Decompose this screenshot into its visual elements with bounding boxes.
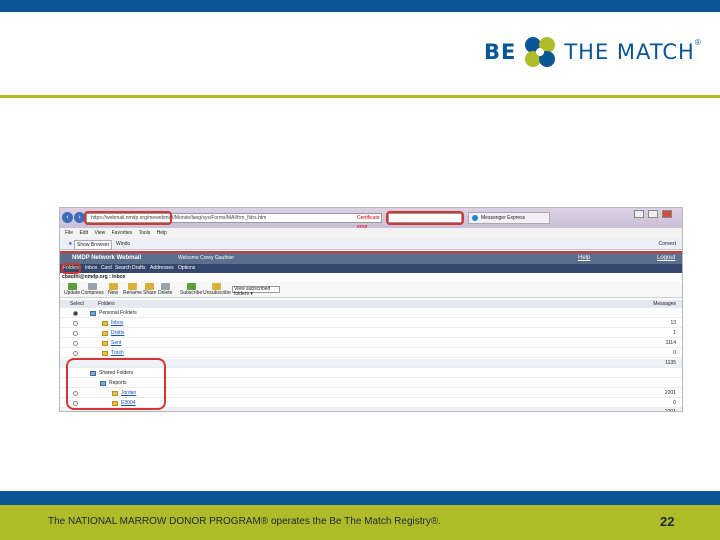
rename-button[interactable]: Rename [123, 283, 142, 296]
update-icon [67, 283, 77, 290]
minimize-window-icon[interactable] [634, 210, 644, 218]
logout-link[interactable]: Logout [657, 255, 675, 261]
message-count: 1 [673, 330, 676, 336]
folder-name[interactable]: Drafts [111, 330, 124, 337]
folder-name[interactable]: Sent [111, 340, 121, 347]
footer-registry-text: The NATIONAL MARROW DONOR PROGRAM® opera… [48, 516, 441, 527]
folders-tab-highlight-annotation [61, 263, 81, 274]
unsubscribe-icon [212, 283, 222, 290]
rename-icon [127, 283, 137, 290]
folder-icon [102, 351, 108, 356]
folder-radio[interactable] [73, 311, 78, 316]
webmail-header: NMDP Network Webmail Welcome Corey Gauth… [60, 253, 682, 264]
webmail-tabs: Folders Inbox Card Search Drafts Address… [60, 264, 682, 273]
folder-radio[interactable] [73, 331, 78, 336]
message-count: 13 [670, 320, 676, 326]
compress-button[interactable]: Compress [81, 283, 104, 296]
favorites-show-browser[interactable]: Show Browser [74, 240, 113, 250]
new-folder-button[interactable]: New [108, 283, 118, 296]
share-icon [145, 283, 155, 290]
subscribe-button[interactable]: Subscribe [180, 283, 202, 296]
col-messages: Messages [653, 301, 676, 307]
table-row[interactable]: Sent 1114 [60, 339, 682, 348]
folder-name: Personal Folders [99, 310, 137, 316]
message-total: 2201 [664, 409, 676, 412]
subscribe-icon [186, 283, 196, 290]
compress-icon [87, 283, 97, 290]
be-the-match-logo: BE THE MATCH ® [484, 34, 701, 70]
menu-tools[interactable]: Tools [139, 228, 151, 238]
browser-tab-label: Messenger Express [481, 215, 526, 221]
maximize-window-icon[interactable] [648, 210, 658, 218]
search-highlight-annotation [386, 211, 464, 225]
tab-options[interactable]: Options [178, 265, 195, 272]
folder-icon [102, 331, 108, 336]
footer-navy-bar [0, 491, 720, 505]
menu-favorites[interactable]: Favorites [112, 228, 133, 238]
table-row[interactable]: Trash 0 [60, 349, 682, 358]
favorites-convert[interactable]: Convert [658, 240, 676, 248]
menu-file[interactable]: File [65, 228, 73, 238]
webmail-toolbar: Update Compress New Rename Share Delete … [60, 282, 682, 298]
browser-tab[interactable]: Messenger Express [468, 212, 550, 224]
unsubscribe-button[interactable]: Unsubscribe [203, 283, 231, 296]
webmail-screenshot: ‹ › https://webmail.nmdp.org/mewebmail/M… [59, 207, 683, 412]
update-button[interactable]: Update [64, 283, 80, 296]
folder-icon [102, 321, 108, 326]
folder-name[interactable]: Trash [111, 350, 124, 357]
delete-button[interactable]: Delete [158, 283, 172, 296]
logo-the-match-text: THE MATCH [564, 40, 695, 64]
folder-icon [102, 341, 108, 346]
top-banner-bar [0, 0, 720, 12]
view-folders-select[interactable]: View subscribed folders ▾ [232, 286, 280, 297]
logo-be-text: BE [484, 40, 517, 64]
col-folders: Folders [98, 301, 115, 307]
webmail-title: NMDP Network Webmail [72, 255, 142, 261]
col-select: Select [70, 301, 84, 307]
message-count: 0 [673, 350, 676, 356]
message-count: 1114 [665, 340, 676, 346]
new-folder-icon [108, 283, 118, 290]
message-count: 0 [673, 400, 676, 406]
share-button[interactable]: Share [143, 283, 156, 296]
breadcrumb: cbauthi@nmdp.org : Inbox [62, 274, 126, 280]
table-row[interactable]: Personal Folders [60, 309, 682, 318]
tab-inbox[interactable]: Inbox [85, 265, 97, 272]
favorites-window-item[interactable]: Windo [114, 240, 132, 248]
folder-table-header: Select Folders Messages [60, 300, 682, 308]
folder-name[interactable]: Inbox [111, 320, 123, 327]
favorites-bar: ★ Show Browser Windo Convert [60, 238, 682, 250]
menu-view[interactable]: View [94, 228, 105, 238]
tab-search[interactable]: Search [115, 265, 131, 272]
ie-tab-icon [472, 215, 478, 221]
shared-folders-highlight-annotation [66, 358, 166, 410]
message-total: 1135 [665, 360, 676, 366]
tab-card[interactable]: Card [101, 265, 112, 272]
logo-registered-mark: ® [694, 38, 701, 47]
clover-logo-icon [525, 37, 556, 67]
address-highlight-annotation [84, 211, 172, 225]
menu-help[interactable]: Help [157, 228, 167, 238]
webmail-welcome: Welcome Corey Gauthier [178, 255, 235, 261]
footer: The NATIONAL MARROW DONOR PROGRAM® opera… [0, 505, 720, 540]
back-arrow-icon[interactable]: ‹ [62, 212, 73, 223]
browser-menu-bar: File Edit View Favorites Tools Help [60, 228, 682, 238]
trash-icon [160, 283, 170, 290]
browser-address-row: ‹ › https://webmail.nmdp.org/mewebmail/M… [60, 208, 682, 230]
header-rule [0, 95, 720, 98]
help-link[interactable]: Help [578, 255, 590, 261]
folder-radio[interactable] [73, 341, 78, 346]
folder-radio[interactable] [73, 351, 78, 356]
table-row[interactable]: Drafts 1 [60, 329, 682, 338]
message-count: 2201 [664, 390, 676, 396]
tab-addresses[interactable]: Addresses [150, 265, 174, 272]
close-window-icon[interactable] [662, 210, 672, 218]
table-row[interactable]: Inbox 13 [60, 319, 682, 328]
menu-edit[interactable]: Edit [79, 228, 88, 238]
page-number: 22 [660, 514, 675, 529]
folder-radio[interactable] [73, 321, 78, 326]
personal-folders-icon [90, 311, 96, 316]
tab-drafts[interactable]: Drafts [132, 265, 145, 272]
